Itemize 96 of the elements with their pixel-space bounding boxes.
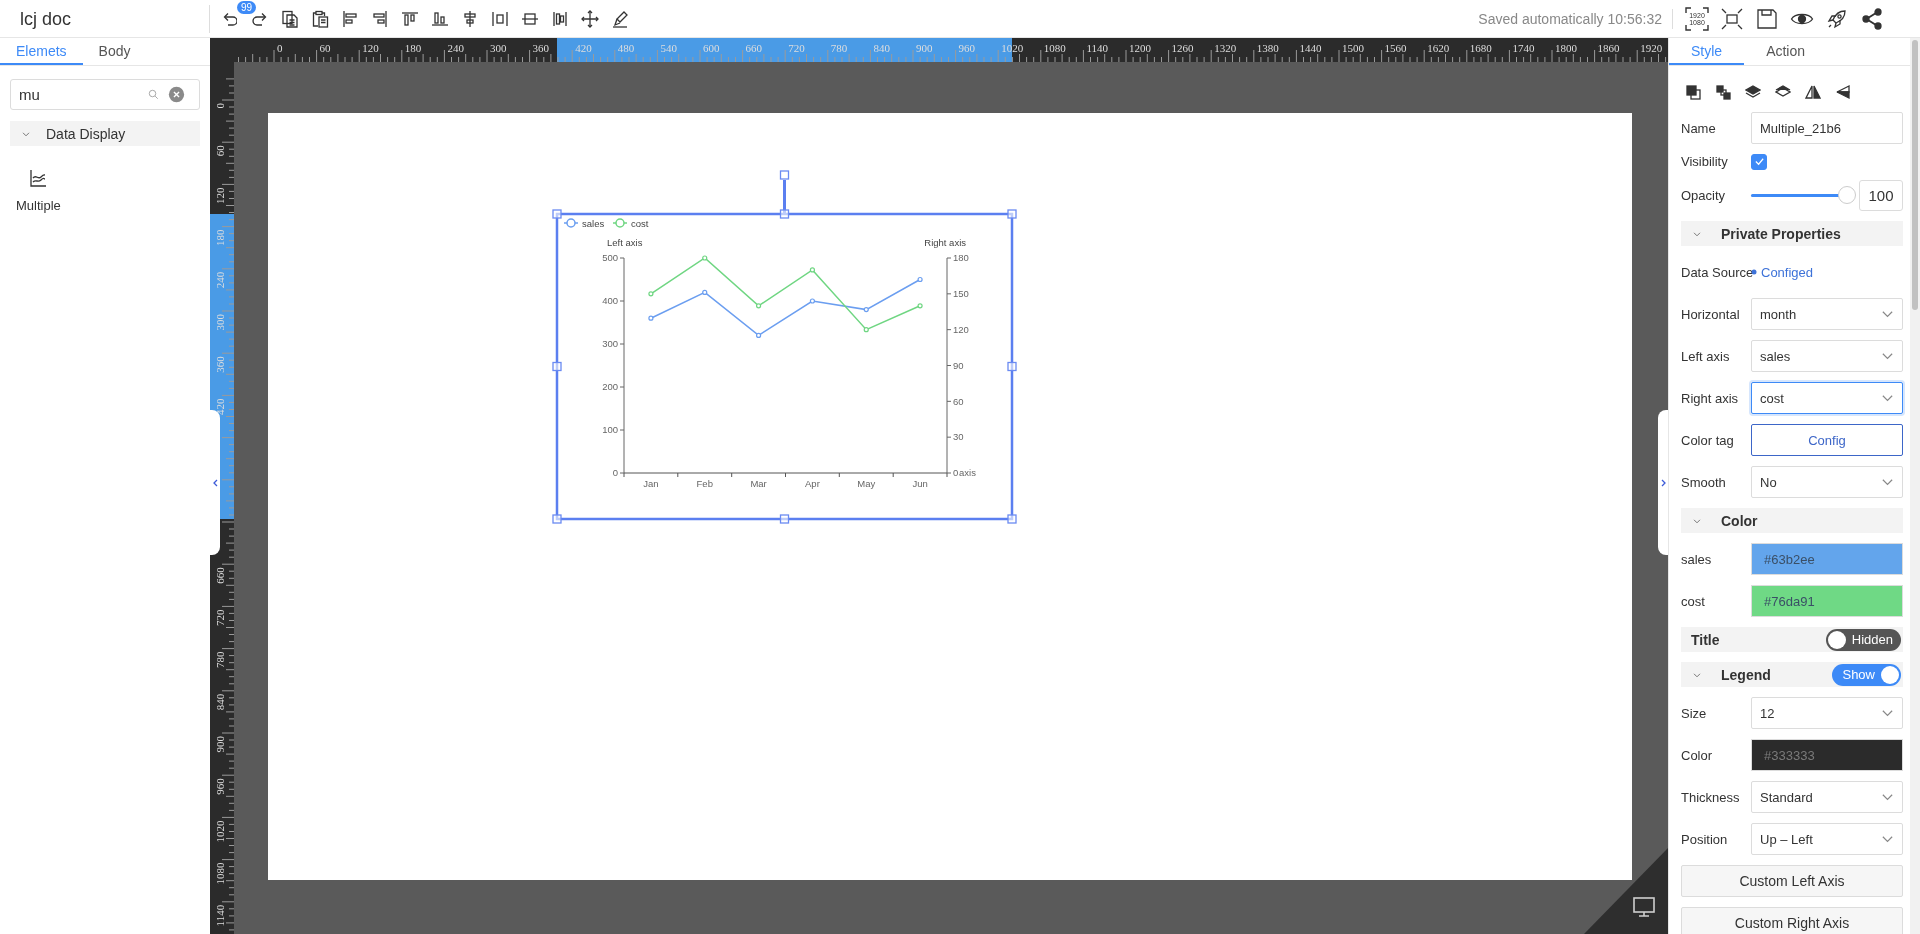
ruler-label: 1740 (1512, 42, 1535, 54)
ruler-label: 1260 (1171, 42, 1194, 54)
section-title: Private Properties (1721, 225, 1841, 242)
group-title: Data Display (46, 125, 126, 142)
field-label: Size (1681, 705, 1708, 721)
ruler-label: 960 (214, 778, 226, 795)
field-label: Thickness (1681, 789, 1741, 805)
count-badge: 99 (237, 0, 257, 14)
ruler-label: 240 (447, 42, 464, 54)
axis-label: Jun (912, 478, 928, 489)
ruler-label: 660 (745, 42, 763, 54)
axis-label: 150 (953, 288, 969, 300)
ruler-label: 1500 (1342, 42, 1364, 54)
axis-label: May (857, 478, 876, 489)
ruler-label: 120 (214, 187, 226, 204)
axis-label: 400 (602, 295, 618, 307)
axis-label: 100 (602, 424, 618, 436)
field-label: sales (1681, 551, 1713, 567)
ruler-label: 300 (490, 42, 507, 54)
ruler-label: 720 (788, 42, 805, 54)
axis-label: 0 (953, 467, 959, 479)
axis-label: 300 (602, 338, 618, 350)
axis-label: 90 (953, 359, 964, 371)
ruler-label: 540 (660, 42, 677, 54)
axis-title: Right axis (924, 237, 966, 248)
ruler-label: 360 (532, 42, 550, 54)
ruler-label: 1080 (214, 862, 226, 885)
axis-label: 500 (602, 252, 618, 264)
axis-label: Jan (643, 478, 659, 489)
section-title: Title (1691, 631, 1720, 648)
axis-label: Feb (696, 478, 713, 489)
field-label: Color (1681, 747, 1714, 763)
axis-label: Mar (750, 478, 767, 489)
ruler-label: 420 (575, 42, 592, 54)
ruler-label: 1140 (1086, 42, 1108, 54)
ruler-label: 840 (873, 42, 890, 54)
axis-label: 30 (953, 431, 964, 443)
ruler-label: 1620 (1427, 42, 1450, 54)
axis-label: 60 (953, 395, 964, 407)
ruler-label: 1680 (1469, 42, 1492, 54)
ruler-label: 300 (214, 314, 226, 331)
ruler-label: 780 (830, 42, 848, 54)
ruler-label: 1080 (1043, 42, 1066, 54)
field-label: Visibility (1681, 154, 1729, 169)
ruler-label: 1020 (214, 820, 226, 843)
ruler-label: 240 (214, 271, 226, 289)
ruler-label: 720 (214, 609, 226, 626)
ruler-label: 600 (703, 42, 720, 54)
field-label: Name (1681, 120, 1717, 136)
section-title: Legend (1721, 666, 1771, 683)
ruler-label: 660 (214, 567, 226, 584)
ruler-label: 0 (214, 103, 226, 109)
app-title: lcj doc (0, 4, 210, 33)
axis-title: Left axis (607, 237, 643, 248)
ruler-label: 1140 (214, 904, 226, 927)
field-label: cost (1681, 593, 1706, 609)
ruler-label: 1440 (1299, 42, 1322, 54)
field-label: Left axis (1681, 348, 1731, 364)
field-label: Position (1681, 831, 1729, 847)
ruler-label: 0 (277, 42, 283, 54)
ruler-label: 1560 (1384, 42, 1407, 54)
field-label: Opacity (1681, 187, 1727, 203)
ruler-label: 360 (214, 356, 226, 373)
ruler-label: 480 (617, 42, 635, 54)
axis-label: 120 (953, 323, 969, 335)
ruler-label: 960 (958, 42, 976, 54)
ruler-label: 180 (214, 229, 226, 247)
legend-label: cost (631, 217, 649, 229)
ruler-label: 900 (916, 42, 933, 54)
ruler-label: 900 (214, 736, 226, 753)
ruler-label: 1800 (1555, 42, 1577, 54)
ruler-label: 780 (214, 651, 226, 669)
ruler-label: 60 (214, 145, 226, 157)
ruler-label: 1320 (1214, 42, 1237, 54)
axis-label: 0 (612, 467, 618, 479)
ruler-label: 1920 (1640, 42, 1663, 54)
ruler-label: 1380 (1256, 42, 1279, 54)
axis-label: Apr (805, 478, 820, 489)
ruler-label: 1200 (1129, 42, 1151, 54)
ruler-label: 60 (319, 42, 331, 54)
ruler-label: 840 (214, 693, 226, 711)
field-label: Color tag (1681, 432, 1735, 448)
save-status: Saved automatically 10:56:32 (1478, 8, 1673, 29)
ruler-label: 1860 (1597, 42, 1620, 54)
field-label: Data Source (1681, 264, 1751, 280)
ruler-label: 120 (362, 42, 379, 54)
ruler-label: 420 (214, 398, 226, 415)
legend-label: sales (582, 217, 605, 229)
field-label: Horizontal (1681, 306, 1741, 322)
ruler-label: 180 (404, 42, 422, 54)
axis-label: 200 (602, 381, 618, 393)
axis-label: 180 (953, 252, 969, 264)
field-label: Right axis (1681, 390, 1740, 406)
field-label: Smooth (1681, 474, 1727, 490)
section-title: Color (1721, 512, 1758, 529)
axis-title: axis (959, 467, 976, 479)
